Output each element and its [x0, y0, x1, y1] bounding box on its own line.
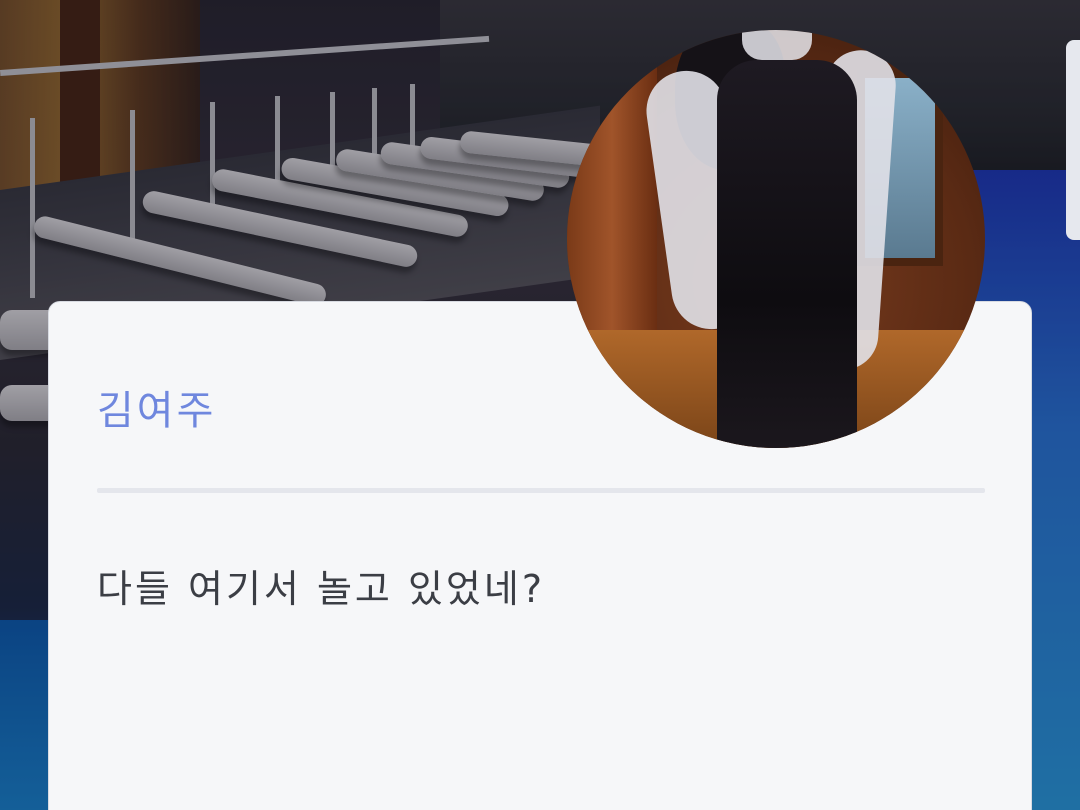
- side-panel-handle[interactable]: [1066, 40, 1080, 240]
- divider: [97, 488, 985, 493]
- speaker-name: 김여주: [97, 388, 217, 434]
- character-avatar: [567, 30, 985, 448]
- avatar-dress: [717, 60, 857, 448]
- visual-novel-scene[interactable]: 김여주 다들 여기서 놀고 있었네?: [0, 0, 1080, 810]
- dialogue-text: 다들 여기서 놀고 있었네?: [97, 567, 546, 611]
- avatar-collar: [742, 30, 812, 60]
